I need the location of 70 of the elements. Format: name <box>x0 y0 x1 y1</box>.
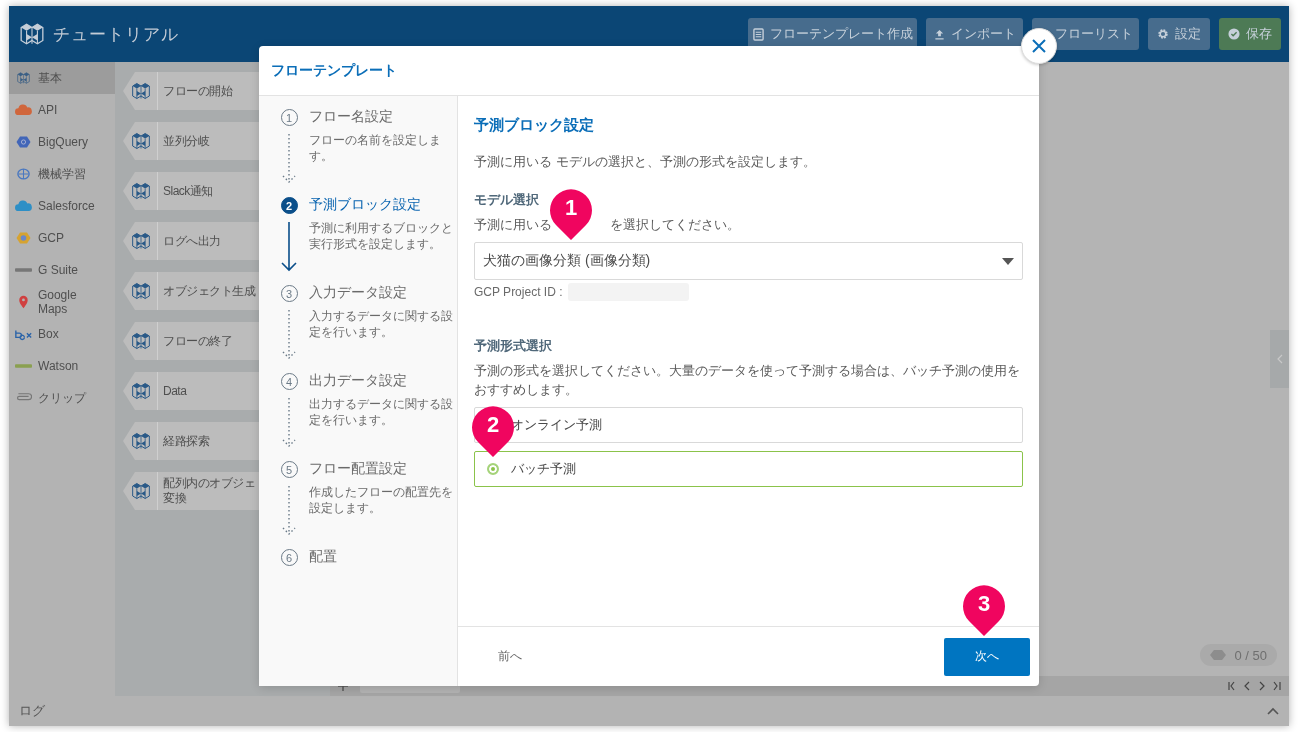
cube-icon <box>131 231 151 251</box>
block-label: フローの終了 <box>157 322 255 360</box>
panel-toggle-button[interactable] <box>1270 330 1289 388</box>
intro-text: 予測に用いる モデルの選択と、予測の形式を設定します。 <box>474 153 817 171</box>
field-label: 予測形式選択 <box>474 337 552 355</box>
block-label: ログへ出力 <box>157 222 255 260</box>
cloud-icon <box>15 103 32 117</box>
cube-icon <box>131 281 151 301</box>
sidebar-item[interactable]: 基本 <box>9 62 115 94</box>
cube-icon <box>131 381 151 401</box>
first-page-icon[interactable] <box>1228 681 1236 691</box>
step-arrow <box>279 220 299 272</box>
sidebar-item[interactable]: API <box>9 94 115 126</box>
brain-icon <box>15 167 32 181</box>
project-id-label: GCP Project ID : <box>474 285 563 299</box>
block-label: 経路探索 <box>157 422 255 460</box>
previous-page-icon[interactable] <box>1243 681 1251 691</box>
list-document-icon <box>752 27 764 41</box>
hexagon-icon <box>15 231 32 245</box>
radio-option[interactable]: バッチ予測 <box>474 451 1023 487</box>
cube-icon <box>131 331 151 351</box>
app-logo-icon <box>19 21 45 47</box>
sidebar-item[interactable]: Box <box>9 318 115 350</box>
chevron-left-icon <box>1276 354 1283 364</box>
sidebar-item[interactable]: Google Maps <box>9 286 115 318</box>
next-page-icon[interactable] <box>1258 681 1266 691</box>
sidebar-item[interactable]: G Suite <box>9 254 115 286</box>
cloud-icon <box>15 199 32 213</box>
sidebar-item[interactable]: GCP <box>9 222 115 254</box>
save-button[interactable]: 保存 <box>1219 18 1281 50</box>
sidebar-item[interactable]: クリップ <box>9 382 115 414</box>
cube-icon <box>131 481 151 501</box>
sidebar-item[interactable]: Watson <box>9 350 115 382</box>
hexagon-icon <box>15 135 32 149</box>
help-text: 予測の形式を選択してください。大量のデータを使って予測する場合は、バッチ予測の使用をおすすめします。 <box>474 362 1021 399</box>
block-label: 配列内のオブジェ変換 <box>157 472 255 510</box>
cube-icon <box>15 71 32 85</box>
next-button[interactable]: 次へ <box>944 637 1030 676</box>
block-label: 並列分岐 <box>157 122 255 160</box>
app-title: チュートリアル <box>53 23 179 46</box>
settings-icon <box>1157 28 1169 40</box>
hexagon-icon <box>1210 650 1227 660</box>
cube-icon <box>131 181 151 201</box>
cube-icon <box>131 431 151 451</box>
cube-icon <box>131 131 151 151</box>
field-label: モデル選択 <box>474 191 539 209</box>
last-page-icon[interactable] <box>1273 681 1281 691</box>
help-text: を選択してください。 <box>610 216 740 234</box>
block-label: Slack通知 <box>157 172 255 210</box>
model-dropdown[interactable]: 犬猫の画像分類 (画像分類) <box>474 242 1023 280</box>
sidebar-item[interactable]: Salesforce <box>9 190 115 222</box>
section-heading: 予測ブロック設定 <box>474 116 595 135</box>
header-button[interactable]: 設定 <box>1148 18 1210 50</box>
block-label: オブジェクト生成 <box>157 272 255 310</box>
radio-button[interactable] <box>487 463 499 475</box>
close-icon <box>1031 38 1047 54</box>
log-label: ログ <box>19 702 45 720</box>
sidebar-item[interactable]: 機械学習 <box>9 158 115 190</box>
block-counter: 0 / 50 <box>1200 644 1277 666</box>
block-label: フローの開始 <box>157 72 255 110</box>
step-title: 配置 <box>309 547 337 566</box>
caret-icon <box>1002 257 1014 265</box>
sidebar-item[interactable]: BigQuery <box>9 126 115 158</box>
check-circle-icon <box>1228 28 1240 40</box>
block-label: Data <box>157 372 255 410</box>
chevron-up-icon[interactable] <box>1267 707 1279 715</box>
upload-icon <box>933 28 945 40</box>
back-button[interactable]: 前へ <box>486 642 534 671</box>
step-number: 2 <box>280 197 298 214</box>
cube-icon <box>131 81 151 101</box>
